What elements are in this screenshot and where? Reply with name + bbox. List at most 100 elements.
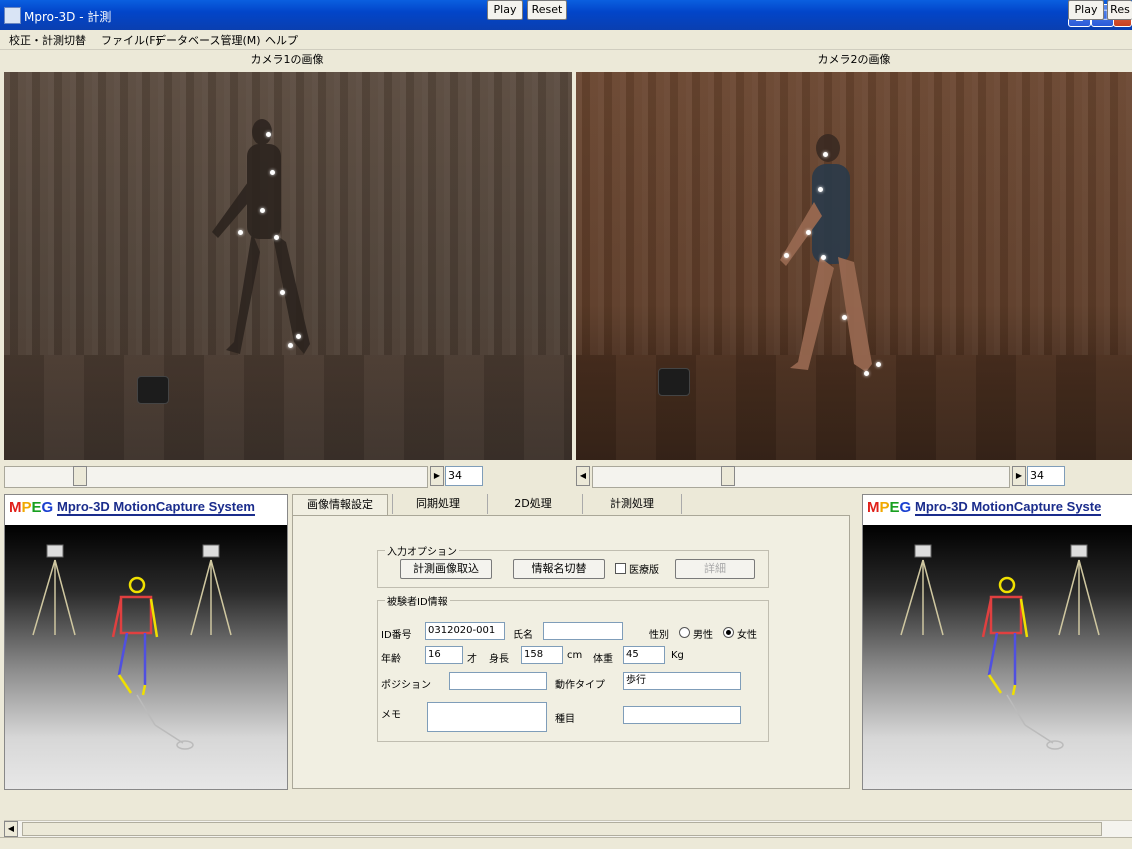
age-label: 年齢 (381, 654, 401, 665)
camera2-view[interactable] (576, 72, 1132, 460)
app-icon[interactable] (4, 7, 21, 24)
tab-measurement[interactable]: 計測処理 (582, 494, 682, 514)
camera-icon (914, 544, 932, 558)
cam2-reset-button[interactable]: Res (1107, 0, 1132, 20)
cam2-frame-input[interactable]: 34 (1027, 466, 1065, 486)
motion-type-field[interactable]: 歩行 (623, 672, 741, 690)
id-field[interactable]: 0312020-001 (425, 622, 505, 640)
cam2-step-left-button[interactable]: ◀ (576, 466, 590, 486)
status-bar (0, 837, 1132, 849)
cam1-step-right-button[interactable]: ▶ (430, 466, 444, 486)
motion-type-label: 動作タイプ (555, 680, 605, 691)
marker (864, 371, 869, 376)
marker (818, 187, 823, 192)
marker (876, 362, 881, 367)
memo-label: メモ (381, 710, 401, 721)
walker-figure (212, 119, 310, 354)
cam2-step-right-button[interactable]: ▶ (1012, 466, 1026, 486)
name-label: 氏名 (513, 630, 533, 641)
female-label: 女性 (737, 630, 757, 641)
tab-image-info[interactable]: 画像情報設定 (292, 494, 388, 515)
camera2-label: カメラ2の画像 (817, 53, 891, 66)
male-radio[interactable] (679, 627, 690, 638)
marker (274, 235, 279, 240)
camera-icon (1070, 544, 1088, 558)
menu-calibration[interactable]: 校正・計測切替 (9, 32, 86, 48)
male-label: 男性 (693, 630, 713, 641)
marker (806, 230, 811, 235)
input-options-label: 入力オプション (385, 543, 459, 558)
height-unit: cm (567, 650, 583, 661)
camera-icon (46, 544, 64, 558)
scroll-left-button[interactable]: ◀ (4, 821, 18, 837)
marker (238, 230, 243, 235)
menu-file[interactable]: ファイル(F) (101, 32, 160, 48)
marker (288, 343, 293, 348)
cam2-frame-slider[interactable] (592, 466, 1010, 488)
age-unit: 才 (467, 654, 477, 665)
event-field[interactable] (623, 706, 741, 724)
marker (280, 290, 285, 295)
skeleton-scene (5, 525, 287, 789)
cam1-slider-thumb[interactable] (73, 466, 88, 486)
position-field[interactable] (449, 672, 547, 690)
cam1-frame-slider[interactable] (4, 466, 428, 488)
sex-label: 性別 (649, 630, 669, 641)
brand-title: Mpro-3D MotionCapture Syste (915, 499, 1102, 516)
marker (823, 152, 828, 157)
marker (821, 255, 826, 260)
cam1-play-button[interactable]: Play (487, 0, 523, 20)
id-label: ID番号 (381, 630, 412, 641)
window-title: Mpro-3D - 計測 (24, 10, 112, 24)
memo-field[interactable] (427, 702, 547, 732)
horizontal-scrollbar[interactable]: ◀ (4, 820, 1132, 837)
camera-icon (202, 544, 220, 558)
menu-bar: 校正・計測切替 ファイル(F) データベース管理(M) ヘルプ (0, 30, 1132, 50)
weight-unit: Kg (671, 650, 684, 661)
load-images-button[interactable]: 計測画像取込 (400, 559, 492, 579)
name-field[interactable] (543, 622, 623, 640)
position-label: ポジション (381, 680, 431, 691)
height-label: 身長 (489, 654, 509, 665)
speaker-object (137, 376, 169, 404)
speaker-object (658, 368, 690, 396)
medical-label: 医療版 (629, 565, 659, 576)
age-field[interactable]: 16 (425, 646, 463, 664)
skeleton-illustration (900, 544, 1100, 750)
female-radio[interactable] (723, 627, 734, 638)
scroll-thumb[interactable] (22, 822, 1102, 836)
tab-sync[interactable]: 同期処理 (392, 494, 483, 514)
marker (270, 170, 275, 175)
event-label: 種目 (555, 714, 575, 725)
walker-figure (780, 134, 872, 372)
medical-checkbox[interactable] (615, 563, 626, 574)
brand-panel-right: MPEG Mpro-3D MotionCapture Syste (862, 494, 1132, 790)
detail-button[interactable]: 詳細 (675, 559, 755, 579)
marker (842, 315, 847, 320)
camera1-label: カメラ1の画像 (250, 53, 324, 66)
weight-field[interactable]: 45 (623, 646, 665, 664)
tab-panel-image-info: 入力オプション 計測画像取込 情報名切替 医療版 詳細 被験者ID情報 ID番号… (292, 515, 850, 789)
cam2-play-button[interactable]: Play (1068, 0, 1104, 20)
marker (296, 334, 301, 339)
brand-title: Mpro-3D MotionCapture System (57, 499, 255, 516)
cam1-reset-button[interactable]: Reset (527, 0, 567, 20)
height-field[interactable]: 158 (521, 646, 563, 664)
tab-strip: 画像情報設定 同期処理 2D処理 計測処理 (292, 494, 852, 516)
mpeg-logo: MPEG (9, 499, 54, 516)
camera1-view[interactable] (4, 72, 572, 460)
marker (260, 208, 265, 213)
skeleton-illustration (32, 544, 232, 750)
switch-info-button[interactable]: 情報名切替 (513, 559, 605, 579)
menu-help[interactable]: ヘルプ (265, 32, 298, 48)
marker (784, 253, 789, 258)
cam1-frame-input[interactable]: 34 (445, 466, 483, 486)
brand-panel-left: MPEG Mpro-3D MotionCapture System (4, 494, 288, 790)
weight-label: 体重 (593, 654, 613, 665)
subject-info-label: 被験者ID情報 (385, 593, 450, 608)
mpeg-logo: MPEG (867, 499, 912, 516)
menu-database[interactable]: データベース管理(M) (155, 32, 261, 48)
tab-2d[interactable]: 2D処理 (487, 494, 578, 514)
cam2-slider-thumb[interactable] (720, 466, 735, 486)
skeleton-scene (863, 525, 1132, 789)
